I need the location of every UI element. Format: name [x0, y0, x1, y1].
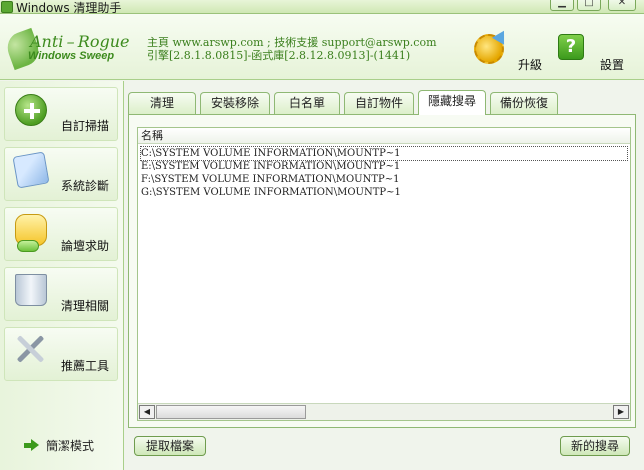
title-bar: Windows 清理助手 ▁ □ ✕: [0, 0, 644, 15]
main-panel: 清理 安裝移除 白名單 自訂物件 隱藏搜尋 備份恢復 名稱 C:\SYSTEM …: [126, 88, 638, 464]
close-button[interactable]: ✕: [608, 0, 636, 11]
help-icon: ?: [558, 34, 584, 60]
tab-whitelist[interactable]: 白名單: [274, 92, 340, 114]
sidebar-item-label: 清理相關: [60, 299, 109, 313]
recycle-bin-icon: [15, 274, 47, 306]
extract-file-button[interactable]: 提取檔案: [134, 436, 206, 456]
arrow-right-icon: [24, 439, 40, 451]
results-list[interactable]: 名稱 C:\SYSTEM VOLUME INFORMATION\MOUNTP~1…: [137, 127, 631, 421]
sidebar-item-cleanup[interactable]: 清理相關: [4, 267, 118, 321]
simple-mode-link[interactable]: 簡潔模式: [24, 437, 120, 455]
engine-version-text: 引擎[2.8.1.8.0815]-函式庫[2.8.12.8.0913]-(144…: [147, 49, 411, 62]
scrollbar-thumb[interactable]: [156, 405, 306, 419]
sidebar-item-label: 系統診斷: [60, 179, 109, 193]
app-icon: [1, 1, 13, 13]
sidebar-item-system-diagnose[interactable]: 系統診斷: [4, 147, 118, 201]
horizontal-scrollbar[interactable]: ◀ ▶: [138, 403, 630, 420]
sidebar-item-label: 自訂掃描: [60, 119, 109, 133]
sidebar-item-recommended-tools[interactable]: 推薦工具: [4, 327, 118, 381]
minimize-button[interactable]: ▁: [550, 0, 574, 11]
column-header-name[interactable]: 名稱: [138, 128, 630, 144]
maximize-button[interactable]: □: [577, 0, 601, 11]
sidebar-item-forum-help[interactable]: 論壇求助: [4, 207, 118, 261]
tab-clean[interactable]: 清理: [128, 92, 196, 114]
sidebar-item-custom-scan[interactable]: 自訂掃描: [4, 87, 118, 141]
list-item[interactable]: E:\SYSTEM VOLUME INFORMATION\MOUNTP~1: [141, 160, 627, 173]
tab-backup-restore[interactable]: 備份恢復: [490, 92, 558, 114]
sidebar-item-label: 推薦工具: [60, 359, 109, 373]
settings-label: 設置: [600, 58, 625, 72]
tab-content: 名稱 C:\SYSTEM VOLUME INFORMATION\MOUNTP~1…: [128, 114, 636, 428]
sidebar: 自訂掃描 系統診斷 論壇求助 清理相關 推薦工具 簡潔模式: [0, 81, 124, 470]
chat-bubble-icon: [17, 240, 39, 252]
header: Anti – Rogue Windows Sweep 主頁 www.arswp.…: [0, 14, 644, 80]
simple-mode-label: 簡潔模式: [46, 439, 95, 453]
tab-custom-items[interactable]: 自訂物件: [344, 92, 414, 114]
homepage-support-text: 主頁 www.arswp.com ; 技術支援 support@arswp.co…: [147, 36, 437, 49]
settings-button[interactable]: ? 設置: [556, 34, 630, 78]
upgrade-label: 升級: [518, 58, 543, 72]
tools-icon: [15, 334, 47, 366]
new-search-button[interactable]: 新的搜尋: [560, 436, 630, 456]
tab-uninstall[interactable]: 安裝移除: [200, 92, 270, 114]
scroll-right-arrow-icon[interactable]: ▶: [613, 405, 629, 419]
list-item[interactable]: F:\SYSTEM VOLUME INFORMATION\MOUNTP~1: [141, 173, 627, 186]
logo-title: Anti – Rogue: [30, 32, 130, 51]
list-item[interactable]: G:\SYSTEM VOLUME INFORMATION\MOUNTP~1: [141, 186, 627, 199]
scroll-left-arrow-icon[interactable]: ◀: [139, 405, 155, 419]
upgrade-button[interactable]: 升級: [474, 27, 548, 78]
plus-icon: [15, 94, 47, 126]
logo: Anti – Rogue Windows Sweep: [3, 26, 130, 76]
sidebar-item-label: 論壇求助: [60, 239, 109, 253]
tab-hidden-search[interactable]: 隱藏搜尋: [418, 90, 486, 115]
diagnose-icon: [12, 151, 50, 189]
info-block: 主頁 www.arswp.com ; 技術支援 support@arswp.co…: [147, 36, 437, 62]
logo-subtitle: Windows Sweep: [28, 50, 115, 62]
list-item[interactable]: C:\SYSTEM VOLUME INFORMATION\MOUNTP~1: [140, 146, 628, 161]
